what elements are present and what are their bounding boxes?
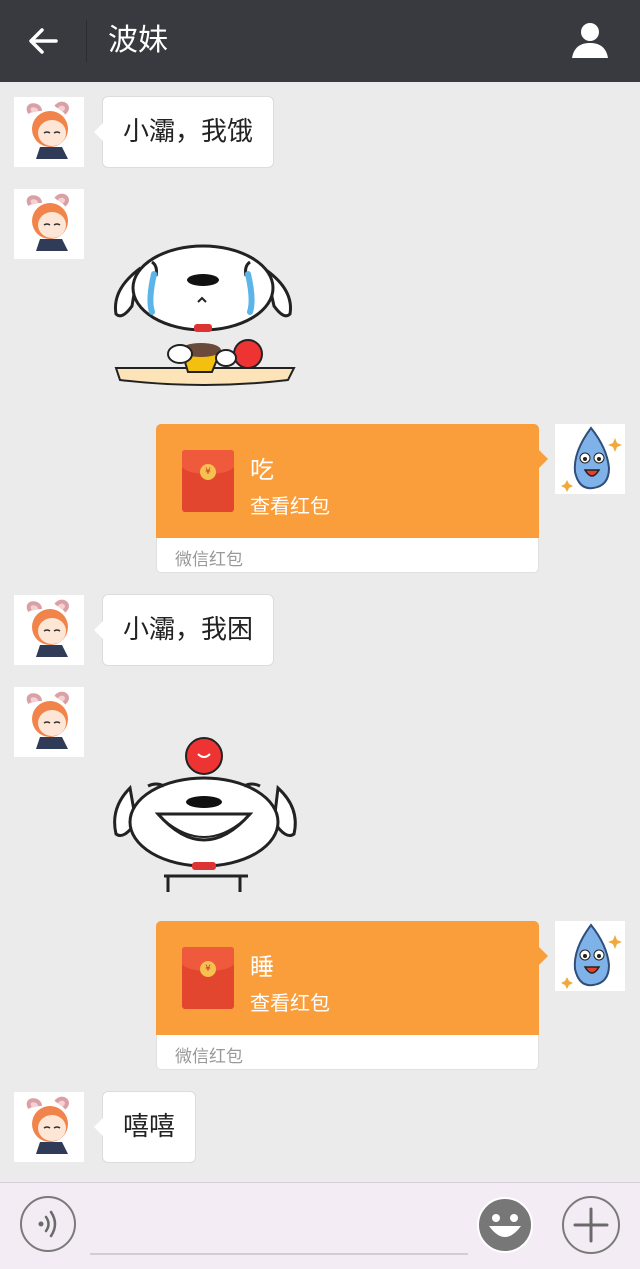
contact-avatar[interactable] (14, 595, 84, 665)
contact-avatar[interactable] (14, 189, 84, 259)
voice-icon (38, 1210, 57, 1238)
contact-avatar[interactable] (14, 97, 84, 167)
person-icon (572, 23, 608, 58)
smiley-icon (477, 1197, 533, 1253)
red-packet-action: 查看红包 (250, 494, 330, 518)
red-packet-card[interactable]: ¥ 睡 查看红包 (156, 921, 548, 1035)
red-packet-message[interactable]: ¥ 睡 查看红包 微信红包 (156, 921, 548, 1070)
message-input[interactable] (90, 1197, 468, 1255)
red-packet-card[interactable]: ¥ 吃 查看红包 (156, 424, 548, 538)
red-packet-footer: 微信红包 (156, 538, 539, 573)
voice-input-button[interactable] (20, 1196, 76, 1252)
sticker-message[interactable] (108, 736, 304, 894)
message-text: 嘻嘻 (123, 1112, 176, 1142)
blue-drop-avatar-icon (555, 424, 625, 494)
red-packet-message[interactable]: ¥ 吃 查看红包 微信红包 (156, 424, 548, 573)
red-packet-title: 睡 (250, 953, 274, 981)
chat-title: 波妹 (108, 23, 168, 58)
contact-avatar[interactable] (14, 687, 84, 757)
red-packet-footer-label: 微信红包 (175, 1047, 243, 1067)
sticker-message[interactable] (108, 240, 300, 388)
message-bubble[interactable]: 小灞，我困 (93, 594, 275, 666)
girl-avatar-icon (14, 595, 84, 665)
red-packet-footer: 微信红包 (156, 1035, 539, 1070)
girl-avatar-icon (14, 97, 84, 167)
my-avatar[interactable] (555, 424, 625, 494)
arrow-left-icon (29, 28, 58, 54)
red-envelope-icon: ¥ (182, 450, 234, 512)
emoji-button[interactable] (476, 1196, 534, 1254)
girl-avatar-icon (14, 189, 84, 259)
girl-avatar-icon (14, 1092, 84, 1162)
input-bar (0, 1182, 640, 1269)
girl-avatar-icon (14, 687, 84, 757)
red-packet-footer-label: 微信红包 (175, 550, 243, 570)
header-divider (86, 20, 87, 62)
contact-avatar[interactable] (14, 1092, 84, 1162)
crying-dog-sticker-icon (113, 244, 296, 386)
laughing-dog-sticker-icon (113, 737, 297, 892)
message-bubble[interactable]: 嘻嘻 (93, 1091, 197, 1163)
blue-drop-avatar-icon (555, 921, 625, 991)
back-button[interactable] (22, 20, 66, 62)
my-avatar[interactable] (555, 921, 625, 991)
plus-icon (573, 1207, 609, 1243)
red-envelope-icon: ¥ (182, 947, 234, 1009)
message-text: 小灞，我困 (123, 615, 254, 645)
message-bubble[interactable]: 小灞，我饿 (93, 96, 275, 168)
message-text: 小灞，我饿 (123, 117, 254, 147)
red-packet-action: 查看红包 (250, 991, 330, 1015)
title-bar: 波妹 (0, 0, 640, 82)
red-packet-title: 吃 (250, 456, 274, 484)
more-functions-button[interactable] (562, 1196, 620, 1254)
chat-info-button[interactable] (568, 18, 612, 62)
